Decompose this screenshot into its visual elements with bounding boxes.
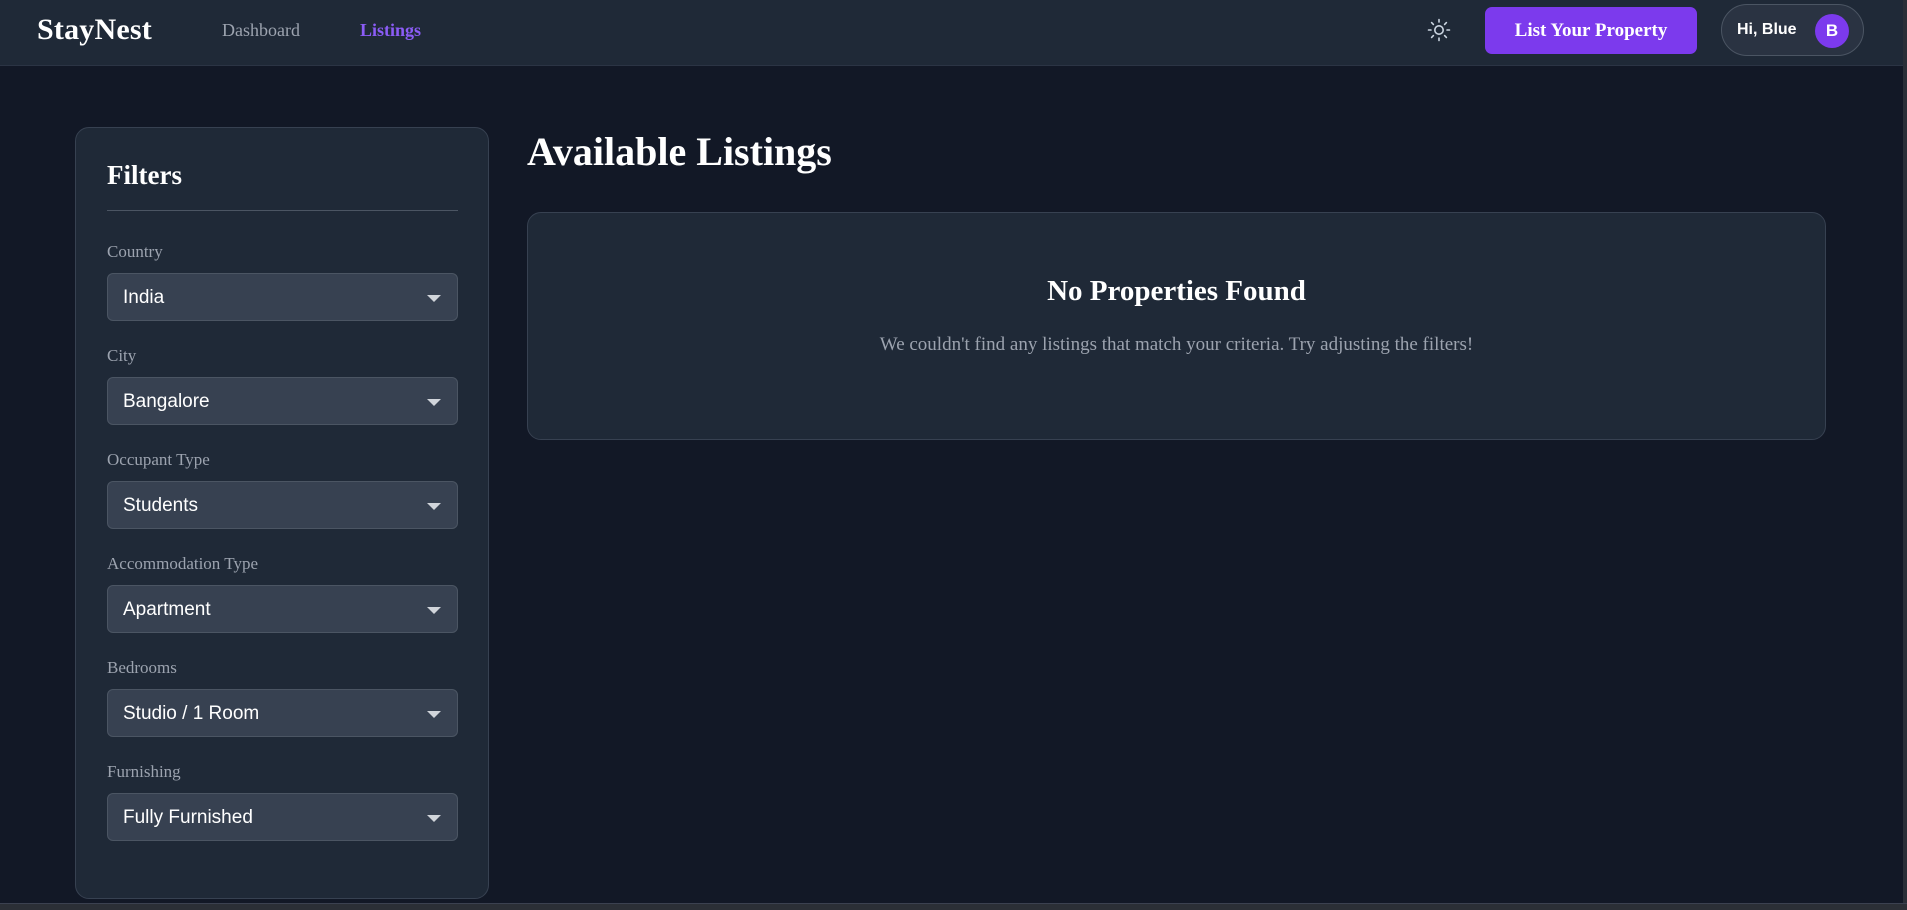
filter-label-bedrooms: Bedrooms — [107, 658, 177, 677]
window-bottom-edge — [0, 903, 1907, 910]
occupant-type-select-value: Students — [123, 495, 198, 516]
bedrooms-select-value: Studio / 1 Room — [123, 703, 260, 724]
empty-state-card: No Properties Found We couldn't find any… — [527, 212, 1826, 440]
accommodation-type-select-value: Apartment — [123, 599, 211, 620]
filters-panel: Filters Country India City Bangalore Occ… — [75, 127, 489, 899]
filter-label-country: Country — [107, 242, 163, 261]
page-title: Available Listings — [527, 129, 832, 174]
furnishing-select[interactable]: Fully Furnished — [107, 793, 458, 841]
filter-occupant-type: Occupant Type Students — [107, 450, 458, 529]
avatar: B — [1815, 14, 1849, 48]
nav-link-listings[interactable]: Listings — [360, 20, 421, 41]
furnishing-select-value: Fully Furnished — [123, 807, 253, 828]
filters-divider — [107, 210, 458, 211]
bedrooms-select[interactable]: Studio / 1 Room — [107, 689, 458, 737]
user-menu-button[interactable]: Hi, Blue B — [1721, 4, 1864, 56]
occupant-type-select[interactable]: Students — [107, 481, 458, 529]
scrollbar[interactable] — [1903, 0, 1907, 910]
country-select-value: India — [123, 287, 165, 308]
filter-label-furnishing: Furnishing — [107, 762, 181, 781]
city-select-value: Bangalore — [123, 391, 210, 412]
filter-country: Country India — [107, 242, 458, 321]
filter-furnishing: Furnishing Fully Furnished — [107, 762, 458, 841]
empty-state-message: We couldn't find any listings that match… — [879, 334, 1474, 355]
chevron-down-icon — [427, 295, 441, 302]
nav-link-dashboard[interactable]: Dashboard — [222, 20, 300, 41]
list-your-property-button[interactable]: List Your Property — [1485, 7, 1697, 54]
chevron-down-icon — [427, 399, 441, 406]
accommodation-type-select[interactable]: Apartment — [107, 585, 458, 633]
user-greeting: Hi, Blue — [1737, 21, 1797, 38]
theme-toggle-button[interactable] — [1424, 15, 1454, 45]
empty-state-title: No Properties Found — [1047, 275, 1306, 307]
filter-accommodation-type: Accommodation Type Apartment — [107, 554, 458, 633]
top-navbar: StayNest Dashboard Listings List Your Pr… — [0, 0, 1907, 66]
filters-title: Filters — [107, 160, 182, 190]
brand-logo[interactable]: StayNest — [37, 13, 152, 47]
chevron-down-icon — [427, 711, 441, 718]
chevron-down-icon — [427, 815, 441, 822]
country-select[interactable]: India — [107, 273, 458, 321]
filter-bedrooms: Bedrooms Studio / 1 Room — [107, 658, 458, 737]
filter-label-city: City — [107, 346, 137, 365]
city-select[interactable]: Bangalore — [107, 377, 458, 425]
filter-city: City Bangalore — [107, 346, 458, 425]
chevron-down-icon — [427, 607, 441, 614]
sun-icon — [1427, 18, 1451, 42]
filter-label-accommodation-type: Accommodation Type — [107, 554, 258, 573]
chevron-down-icon — [427, 503, 441, 510]
filter-label-occupant-type: Occupant Type — [107, 450, 210, 469]
